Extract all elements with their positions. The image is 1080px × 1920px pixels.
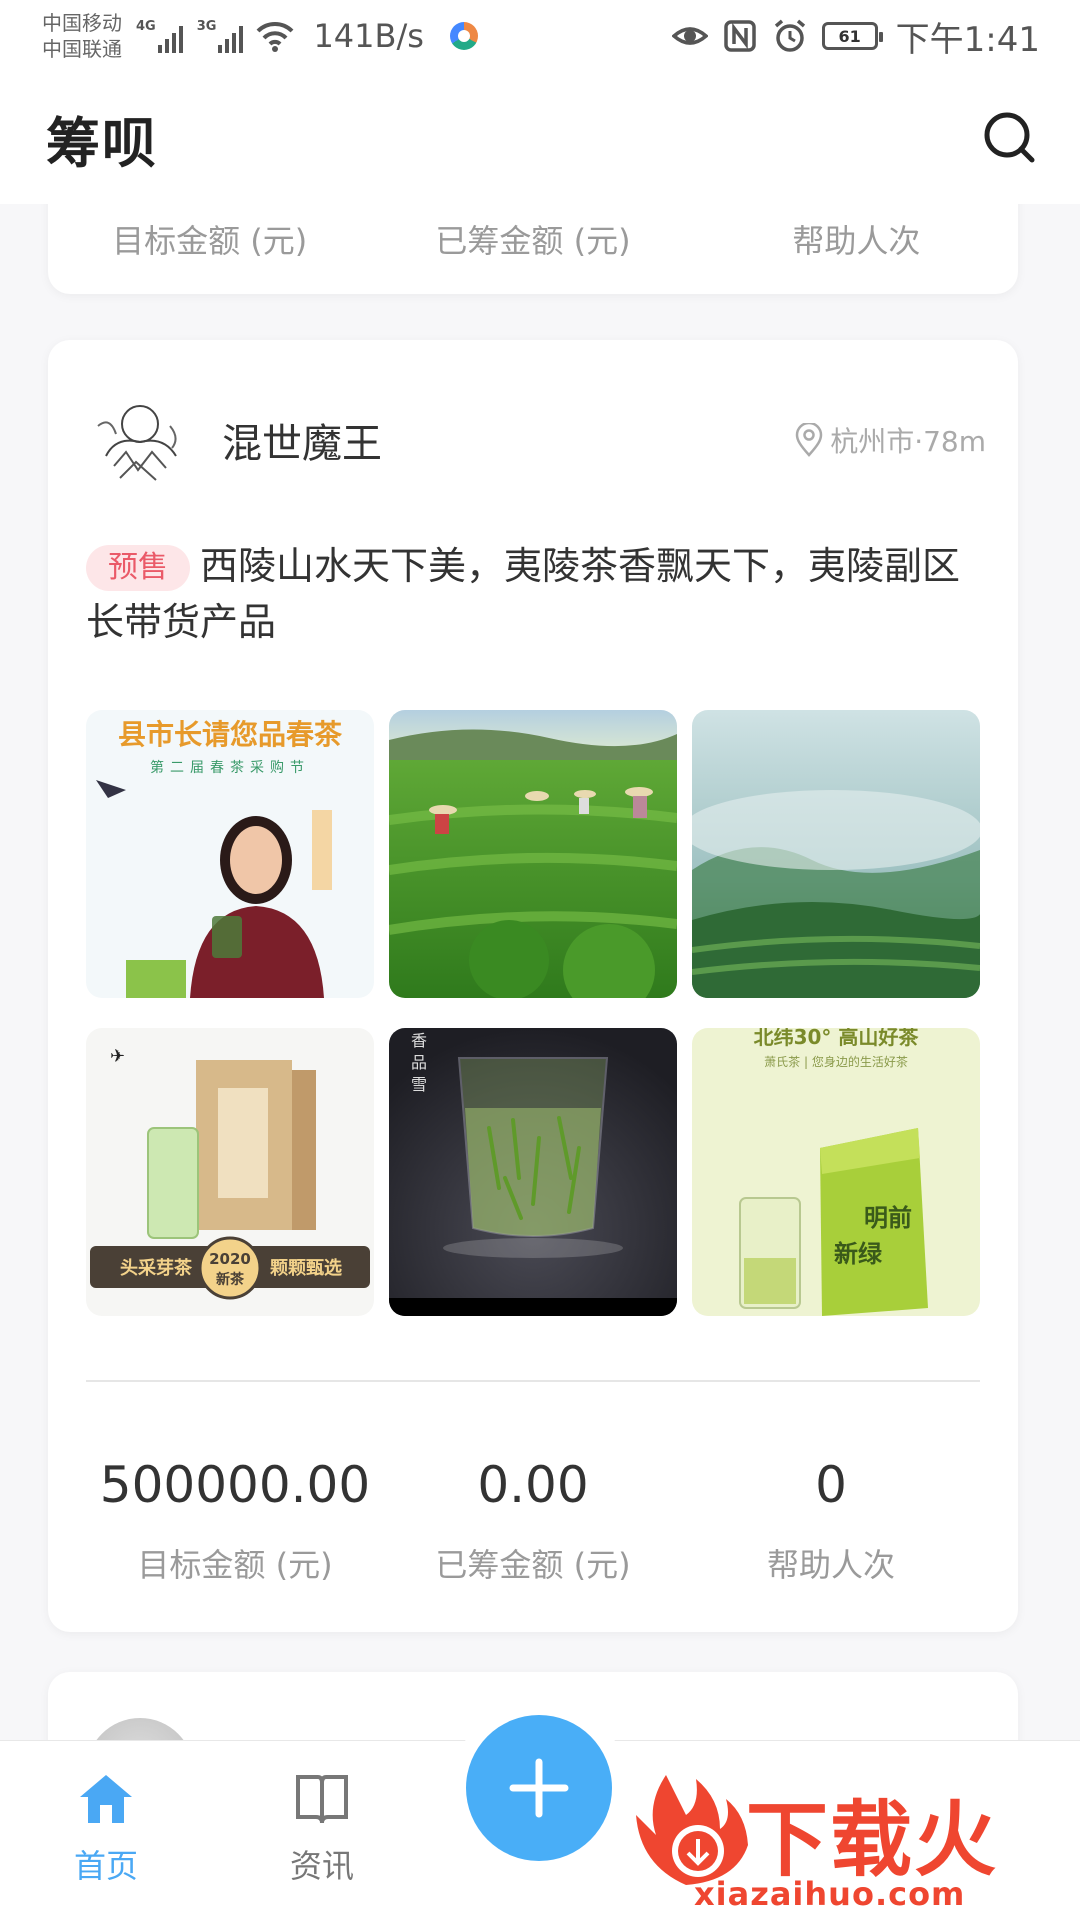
net-type-1: 4G [136, 19, 156, 34]
image-tea-glass[interactable]: 香 品 雪 [389, 1028, 677, 1316]
carrier-2: 中国联通 [42, 37, 122, 61]
stat-label-target: 目标金额 (元) [137, 1546, 333, 1584]
tea-label-2: 颗颗甄选 [270, 1258, 342, 1279]
author-name[interactable]: 混世魔王 [222, 411, 382, 469]
status-bar: 中国移动 中国联通 4G 3G 141B/s 61 下午1:41 [0, 0, 1080, 72]
bag-subtitle: 萧氏茶 | 您身边的生活好茶 [764, 1054, 908, 1069]
location-pin-icon [795, 423, 823, 457]
nav-news-label: 资讯 [289, 1847, 354, 1885]
glass-char-1: 香 [411, 1031, 427, 1050]
campaign-card-previous[interactable]: 目标金额 (元) 已筹金额 (元) 帮助人次 [48, 204, 1018, 294]
carrier-1: 中国移动 [42, 11, 122, 35]
poster-subtitle: 第二届春茶采购节 [150, 759, 310, 776]
stat-label-target: 目标金额 (元) [112, 222, 308, 260]
nfc-icon [723, 20, 756, 52]
app-header: 筹呗 [0, 72, 1080, 204]
bag-title: 北纬30° 高山好茶 [754, 1028, 920, 1049]
search-icon[interactable] [980, 108, 1040, 168]
post-description[interactable]: 预售 西陵山水天下美，夷陵茶香飘天下，夷陵副区长带货产品 [86, 538, 986, 650]
stat-value-raised: 0.00 [477, 1456, 589, 1514]
image-tea-bag[interactable]: 北纬30° 高山好茶 萧氏茶 | 您身边的生活好茶 明前 新绿 [692, 1028, 980, 1316]
net-type-2: 3G [196, 19, 217, 34]
book-icon [296, 1775, 348, 1824]
battery-icon: 61 [821, 22, 883, 50]
stat-label-raised: 已筹金额 (元) [435, 222, 631, 260]
divider [86, 1380, 980, 1382]
eye-icon [671, 27, 708, 45]
poster-title: 县市长请您品春茶 [118, 718, 343, 751]
nav-home-label: 首页 [73, 1847, 138, 1885]
stat-label-helpers: 帮助人次 [766, 1546, 895, 1584]
bag-label-2: 新绿 [834, 1240, 883, 1268]
location-text: 杭州市·78m [830, 425, 986, 458]
avatar[interactable] [86, 1718, 194, 1740]
nav-home[interactable]: 首页 [36, 1771, 176, 1887]
page-title: 筹呗 [46, 111, 158, 175]
battery-level: 61 [838, 26, 861, 46]
tea-label-1: 头采芽茶 [120, 1257, 193, 1279]
network-speed: 141B/s [313, 17, 424, 55]
image-boxed-tea[interactable]: ✈ 头采芽茶 2020 新茶 颗颗甄选 [86, 1028, 374, 1316]
presale-tag: 预售 [86, 545, 190, 591]
glass-char-3: 雪 [411, 1075, 427, 1094]
clock: 下午1:41 [895, 19, 1040, 60]
svg-text:✈: ✈ [110, 1046, 125, 1067]
campaign-card[interactable]: 混世魔王 杭州市·78m 预售 西陵山水天下美，夷陵茶香飘天下，夷陵副区长带货产品… [48, 340, 1018, 1632]
stat-value-helpers: 0 [815, 1456, 847, 1514]
signal-4g-icon: 4G [136, 19, 183, 53]
image-tea-field[interactable] [389, 710, 677, 998]
glass-char-2: 品 [411, 1053, 427, 1072]
tea-year: 2020 [209, 1250, 251, 1268]
app-notification-icon [449, 22, 478, 50]
location: 杭州市·78m [794, 420, 986, 460]
nav-news[interactable]: 资讯 [252, 1771, 392, 1887]
avatar[interactable] [86, 386, 194, 494]
bag-label-1: 明前 [864, 1204, 912, 1232]
stat-target: 500000.00 目标金额 (元) [86, 1450, 384, 1586]
post-text: 西陵山水天下美，夷陵茶香飘天下，夷陵副区长带货产品 [86, 544, 961, 644]
campaign-stats: 500000.00 目标金额 (元) 0.00 已筹金额 (元) 0 帮助人次 [86, 1450, 980, 1586]
carrier-info: 中国移动 中国联通 [42, 10, 122, 62]
watermark: 下载火 xiazaihuo.com [636, 1765, 1076, 1920]
wifi-icon [257, 21, 294, 52]
image-misty-mountain[interactable] [692, 710, 980, 998]
stat-helpers: 0 帮助人次 [682, 1450, 980, 1586]
image-grid: 县市长请您品春茶 第二届春茶采购节 ✈ 头采芽茶 2020 新茶 颗颗甄选 香 … [86, 710, 980, 1316]
feed[interactable]: 目标金额 (元) 已筹金额 (元) 帮助人次 混世魔王 杭州市·78m 预售 西… [0, 204, 1080, 1740]
tea-new: 新茶 [216, 1271, 245, 1288]
add-button[interactable] [466, 1715, 612, 1861]
home-icon [80, 1775, 132, 1823]
stat-label-raised: 已筹金额 (元) [435, 1546, 631, 1584]
author-row: 混世魔王 杭州市·78m [86, 386, 986, 494]
watermark-url: xiazaihuo.com [694, 1875, 966, 1913]
stat-label-helpers: 帮助人次 [792, 222, 921, 260]
plus-icon [509, 1758, 569, 1818]
image-poster-spring-tea[interactable]: 县市长请您品春茶 第二届春茶采购节 [86, 710, 374, 998]
signal-3g-icon: 3G [197, 19, 244, 53]
stat-value-target: 500000.00 [99, 1456, 371, 1514]
stat-raised: 0.00 已筹金额 (元) [384, 1450, 682, 1586]
alarm-icon [774, 19, 805, 52]
